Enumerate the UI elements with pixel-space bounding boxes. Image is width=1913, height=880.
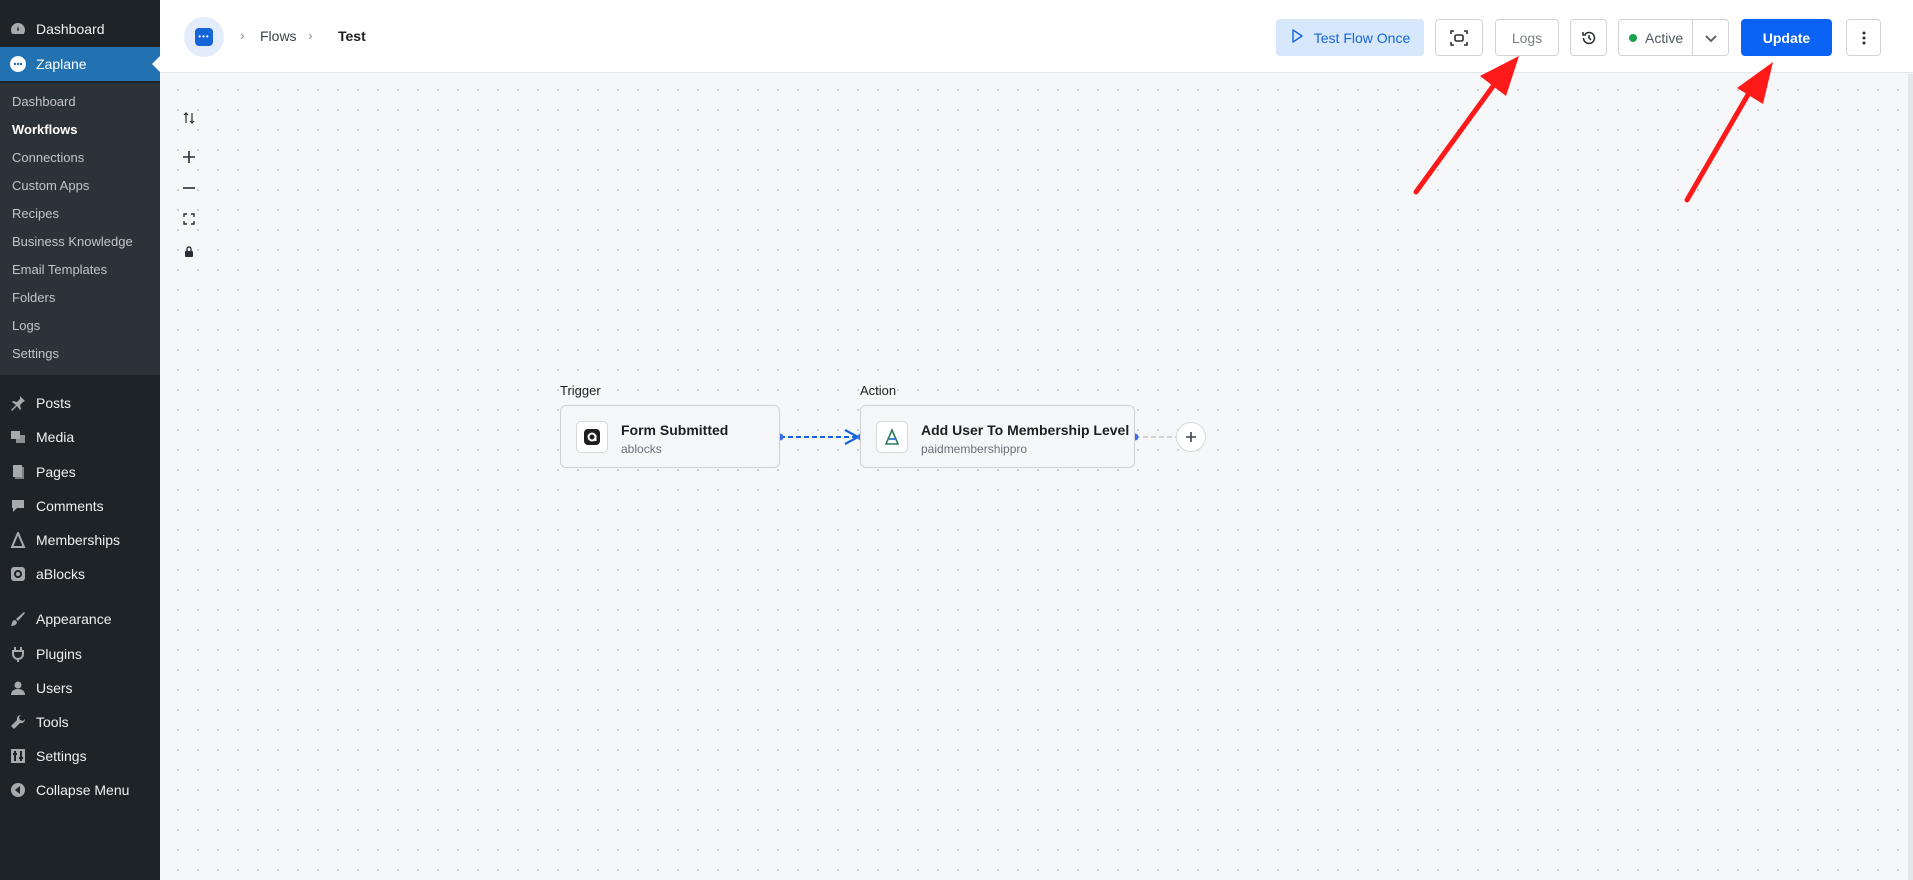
canvas-scrollbar[interactable]	[1908, 74, 1913, 880]
submenu-recipes[interactable]: Recipes	[12, 199, 59, 227]
sidebar-item-label: Collapse Menu	[36, 782, 130, 798]
submenu-custom-apps[interactable]: Custom Apps	[12, 171, 89, 199]
user-icon	[0, 680, 36, 696]
logs-button[interactable]: Logs	[1495, 19, 1559, 56]
zaplane-icon	[0, 55, 36, 73]
divider	[1692, 20, 1693, 55]
sidebar-item-users[interactable]: Users	[0, 671, 160, 705]
membership-icon	[0, 532, 36, 548]
chevron-down-icon[interactable]	[1704, 31, 1718, 48]
more-options-button[interactable]	[1846, 19, 1881, 56]
sidebar-item-comments[interactable]: Comments	[0, 489, 160, 523]
lock-icon[interactable]	[181, 243, 197, 259]
breadcrumb-flows[interactable]: Flows	[260, 28, 297, 44]
status-toggle[interactable]: Active	[1618, 19, 1729, 56]
more-vertical-icon	[1862, 31, 1865, 44]
trigger-app: ablocks	[621, 442, 662, 456]
ablocks-icon	[0, 566, 36, 582]
flow-editor-header: ••• › Flows › Test Test Flow Once Logs A…	[160, 0, 1913, 73]
history-button[interactable]	[1570, 19, 1607, 56]
sidebar-item-label: Memberships	[36, 532, 121, 548]
sidebar-item-label: aBlocks	[36, 566, 86, 582]
sidebar-item-label: Tools	[36, 714, 69, 730]
sidebar-item-label: Comments	[36, 498, 104, 514]
sidebar-item-memberships[interactable]: Memberships	[0, 523, 160, 557]
sidebar-item-label: Pages	[36, 464, 76, 480]
swap-vertical-icon[interactable]	[181, 110, 197, 126]
action-node[interactable]: Add User To Membership Level paidmembers…	[860, 405, 1135, 468]
screenshot-icon	[1450, 29, 1468, 46]
submenu-dashboard[interactable]: Dashboard	[12, 87, 76, 115]
sidebar-item-tools[interactable]: Tools	[0, 705, 160, 739]
zoom-out-icon[interactable]	[181, 180, 197, 196]
sidebar-item-label: Appearance	[36, 611, 112, 627]
admin-sidebar: Dashboard Zaplane Dashboard Workflows Co…	[0, 0, 160, 880]
update-button[interactable]: Update	[1741, 19, 1832, 56]
play-icon	[1290, 29, 1304, 46]
plus-icon	[1186, 432, 1196, 442]
trigger-title: Form Submitted	[621, 422, 729, 438]
sidebar-item-media[interactable]: Media	[0, 420, 160, 454]
sidebar-item-pages[interactable]: Pages	[0, 455, 160, 489]
sidebar-item-settings[interactable]: Settings	[0, 739, 160, 773]
submenu-connections[interactable]: Connections	[12, 143, 84, 171]
submenu-settings[interactable]: Settings	[12, 339, 59, 367]
sidebar-item-posts[interactable]: Posts	[0, 386, 160, 420]
fit-view-icon[interactable]	[181, 211, 197, 227]
paid-memberships-pro-icon	[876, 421, 908, 453]
submenu-logs[interactable]: Logs	[12, 311, 40, 339]
plugin-icon	[0, 646, 36, 662]
submenu-folders[interactable]: Folders	[12, 283, 55, 311]
screenshot-button[interactable]	[1435, 19, 1483, 56]
zaplane-logo[interactable]: •••	[184, 17, 224, 57]
sidebar-item-label: Posts	[36, 395, 72, 411]
pin-icon	[0, 395, 36, 411]
media-icon	[0, 429, 36, 445]
trigger-node[interactable]: Form Submitted ablocks	[560, 405, 780, 468]
submenu-business-knowledge[interactable]: Business Knowledge	[12, 227, 133, 255]
trigger-section-label: Trigger	[560, 383, 601, 398]
sidebar-item-dashboard[interactable]: Dashboard	[0, 12, 160, 46]
sidebar-item-label: Settings	[36, 748, 87, 764]
action-title: Add User To Membership Level	[921, 422, 1130, 438]
submenu-email-templates[interactable]: Email Templates	[12, 255, 107, 283]
settings-icon	[0, 748, 36, 764]
action-app: paidmembershippro	[921, 442, 1028, 456]
submenu-workflows[interactable]: Workflows	[12, 115, 78, 143]
zaplane-submenu: Dashboard Workflows Connections Custom A…	[0, 83, 160, 375]
sidebar-item-label: Zaplane	[36, 56, 87, 72]
active-status-dot	[1629, 33, 1637, 42]
zaplane-logo-icon: •••	[195, 28, 213, 46]
comment-icon	[0, 498, 36, 514]
active-indicator	[152, 56, 160, 72]
sidebar-item-label: Media	[36, 429, 75, 445]
status-label: Active	[1645, 29, 1684, 46]
breadcrumb-current: Test	[338, 28, 366, 44]
test-flow-once-button[interactable]: Test Flow Once	[1276, 19, 1424, 56]
sidebar-item-label: Plugins	[36, 646, 82, 662]
history-icon	[1581, 31, 1595, 44]
sidebar-item-label: Dashboard	[36, 21, 105, 37]
pages-icon	[0, 464, 36, 480]
add-step-button[interactable]	[1176, 422, 1206, 452]
wrench-icon	[0, 714, 36, 730]
ablocks-icon	[576, 421, 608, 453]
sidebar-item-label: Users	[36, 680, 73, 696]
sidebar-item-ablocks[interactable]: aBlocks	[0, 557, 160, 591]
sidebar-item-plugins[interactable]: Plugins	[0, 637, 160, 671]
test-flow-once-label: Test Flow Once	[1313, 29, 1411, 46]
flow-canvas[interactable]	[160, 74, 1908, 880]
collapse-menu-button[interactable]: Collapse Menu	[0, 773, 160, 807]
action-section-label: Action	[860, 383, 897, 398]
breadcrumb-chevron-icon: ›	[240, 27, 245, 43]
dashboard-icon	[0, 21, 36, 37]
zoom-in-icon[interactable]	[181, 149, 197, 165]
sidebar-item-appearance[interactable]: Appearance	[0, 602, 160, 636]
collapse-icon	[0, 782, 36, 798]
breadcrumb-chevron-icon: ›	[308, 27, 313, 43]
sidebar-item-zaplane[interactable]: Zaplane	[0, 47, 160, 81]
brush-icon	[0, 611, 36, 627]
